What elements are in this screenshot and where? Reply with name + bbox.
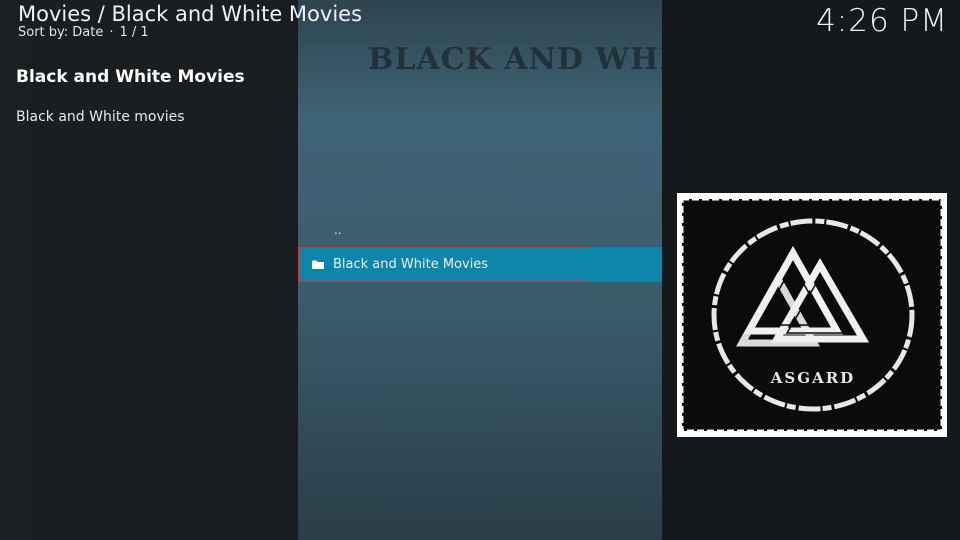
asgard-thumbnail: ASGARD — [677, 193, 947, 437]
sort-label[interactable]: Sort by: Date — [18, 25, 103, 40]
breadcrumb: Movies / Black and White Movies — [18, 2, 363, 26]
kodi-screen: BLACK AND WHITE MOVIES Movies / Black an… — [0, 0, 960, 540]
valknut-logo: ASGARD — [680, 197, 944, 433]
list-item-black-and-white-movies[interactable]: Black and White Movies — [298, 247, 662, 282]
page-indicator: 1 / 1 — [119, 25, 149, 40]
list-item-label: Black and White Movies — [333, 257, 489, 272]
parent-folder-label: .. — [334, 222, 342, 237]
info-description: Black and White movies — [16, 109, 185, 125]
asgard-logo-text: ASGARD — [770, 369, 855, 387]
folder-icon — [312, 260, 324, 269]
list-item-parent[interactable]: .. — [298, 212, 662, 247]
file-list: .. Black and White Movies — [298, 212, 662, 282]
info-title: Black and White Movies — [16, 67, 245, 87]
separator-dot: · — [109, 25, 114, 40]
sort-info: Sort by: Date · 1 / 1 — [18, 25, 149, 40]
clock: 4:26 PM — [816, 3, 948, 39]
